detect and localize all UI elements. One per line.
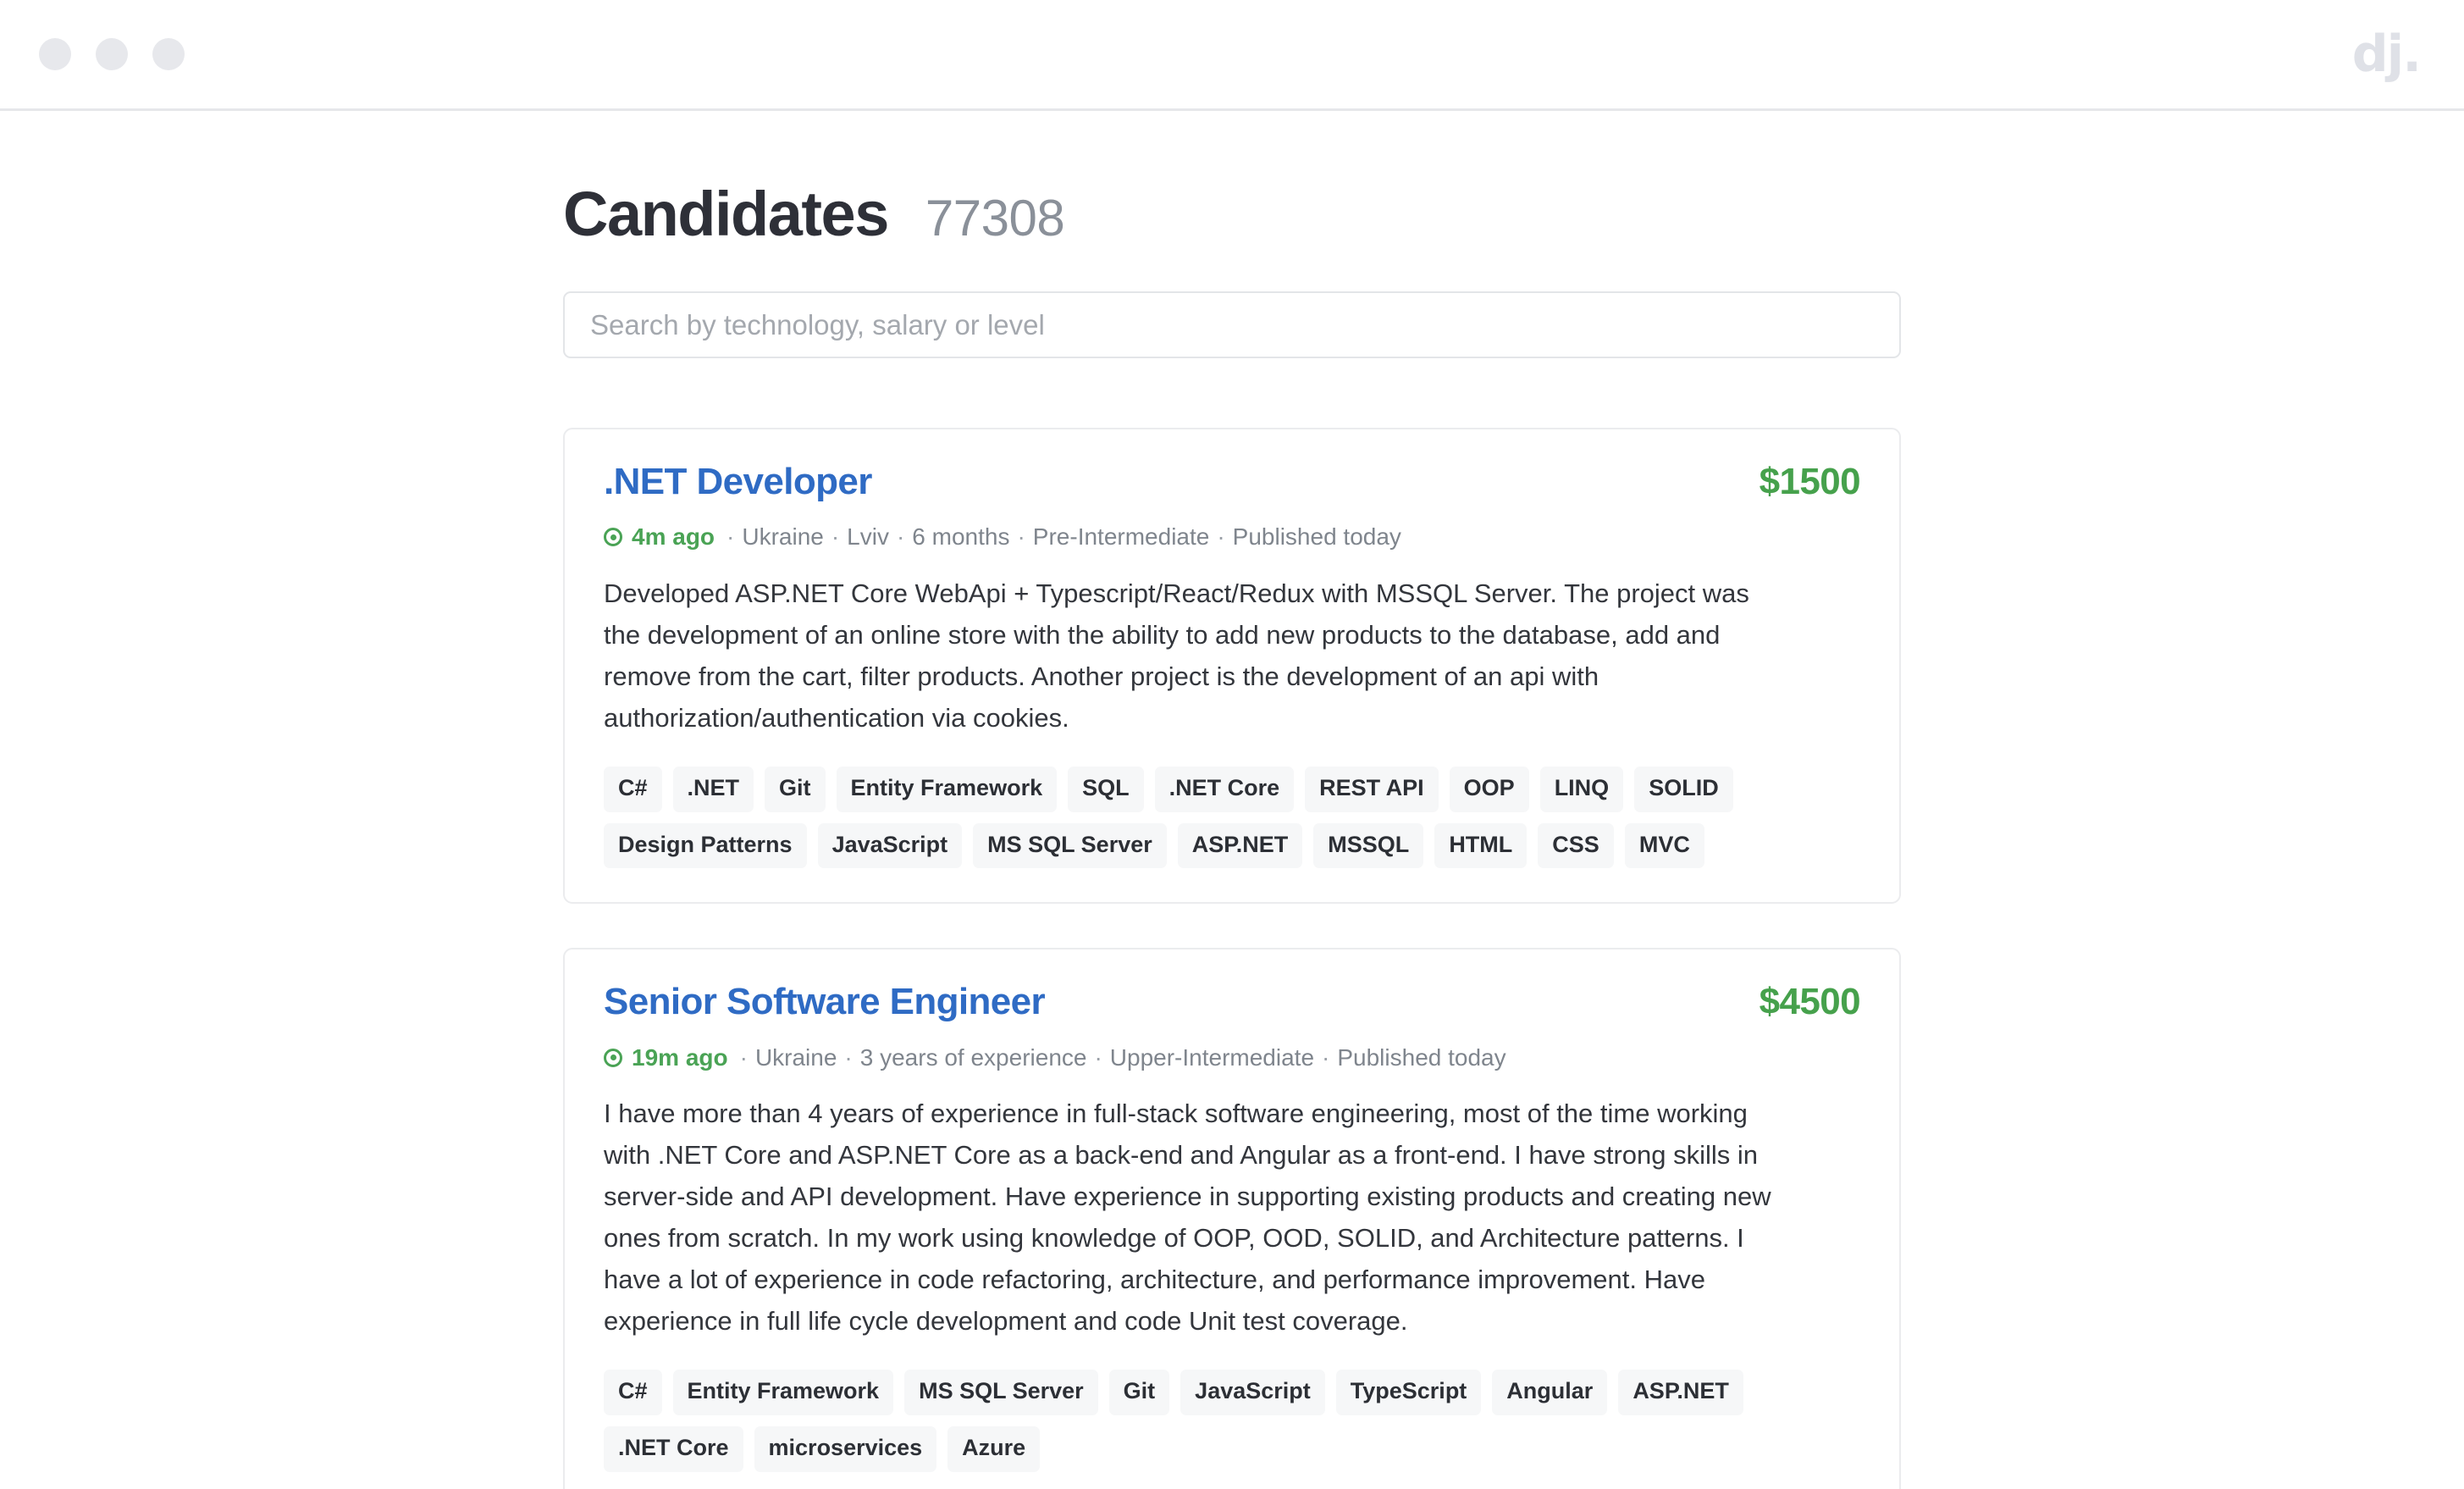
skill-tag[interactable]: MS SQL Server [973,822,1167,869]
meta-item: Upper-Intermediate [1109,1043,1315,1071]
meta-separator: · [896,523,905,551]
skill-tag[interactable]: CSS [1538,822,1614,869]
meta-item: 3 years of experience [859,1043,1087,1071]
clock-icon [604,1048,622,1067]
window-controls [39,38,185,70]
page-body: Candidates 77308 .NET Developer $1500 4m a… [0,111,2464,1489]
candidate-list: .NET Developer $1500 4m ago · Ukraine · Lviv · 6… [563,428,1901,1489]
meta-separator: · [1322,1043,1330,1071]
candidates-count: 77308 [925,190,1065,246]
meta-item: Lviv [847,523,889,551]
candidate-salary: $4500 [1759,981,1861,1023]
window-minimize-dot[interactable] [96,38,128,70]
skill-tag[interactable]: SOLID [1634,766,1733,812]
skill-tag[interactable]: REST API [1305,766,1439,812]
candidate-description: Developed ASP.NET Core WebApi + Typescri… [604,578,1749,733]
skill-tag[interactable]: Entity Framework [836,766,1058,812]
skill-tag[interactable]: Azure [947,1425,1041,1472]
skill-tag[interactable]: MS SQL Server [904,1370,1098,1415]
candidate-meta: 19m ago · Ukraine · 3 years of experience · Up… [604,1043,1860,1072]
skill-tag[interactable]: Entity Framework [672,1370,894,1415]
skill-tag[interactable]: Git [765,766,826,812]
window-maximize-dot[interactable] [152,38,185,70]
meta-item: Published today [1232,523,1401,551]
skill-tag[interactable]: OOP [1449,766,1529,812]
meta-item: Published today [1337,1043,1506,1071]
candidate-card[interactable]: .NET Developer $1500 4m ago · Ukraine · Lviv · 6… [563,428,1901,905]
candidate-description: I have more than 4 years of experience i… [604,1099,1771,1337]
skill-tag[interactable]: SQL [1068,766,1144,812]
meta-separator: · [726,523,735,551]
skill-tag[interactable]: ASP.NET [1177,822,1303,869]
candidate-meta: 4m ago · Ukraine · Lviv · 6 months · Pre-Interme… [604,523,1860,551]
window-close-dot[interactable] [39,38,71,70]
skill-tag[interactable]: C# [604,1370,662,1415]
skill-tag-list: C# Entity Framework MS SQL Server Git JavaSc… [604,1370,1789,1472]
candidate-title-link[interactable]: .NET Developer [604,461,872,502]
skill-tag[interactable]: .NET [672,766,754,812]
last-active-time: 19m ago [632,1043,728,1071]
skill-tag[interactable]: .NET Core [1154,766,1295,812]
clock-icon [604,528,622,547]
skill-tag-list: C# .NET Git Entity Framework SQL .NET Core RES… [604,766,1789,869]
skill-tag[interactable]: ASP.NET [1618,1370,1743,1415]
skill-tag[interactable]: Design Patterns [604,822,807,869]
card-header: .NET Developer $1500 [604,461,1861,502]
last-active-time: 4m ago [632,523,715,551]
meta-separator: · [844,1043,853,1071]
meta-item: Ukraine [754,1043,837,1071]
meta-separator: · [1094,1043,1102,1071]
skill-tag[interactable]: JavaScript [1180,1370,1325,1415]
search-bar [563,291,1901,358]
skill-tag[interactable]: C# [604,766,662,812]
skill-tag[interactable]: HTML [1434,822,1528,869]
page-title: Candidates [563,179,889,249]
skill-tag[interactable]: Git [1108,1370,1170,1415]
meta-separator: · [831,523,840,551]
skill-tag[interactable]: LINQ [1539,766,1624,812]
skill-tag[interactable]: TypeScript [1335,1370,1482,1415]
skill-tag[interactable]: JavaScript [817,822,963,869]
meta-item: 6 months [912,523,1010,551]
meta-separator: · [1017,523,1025,551]
candidate-card[interactable]: Senior Software Engineer $4500 19m ago · Ukr… [563,948,1901,1489]
skill-tag[interactable]: Angular [1492,1370,1608,1415]
skill-tag[interactable]: MSSQL [1313,822,1424,869]
search-input[interactable] [563,291,1901,358]
meta-separator: · [739,1043,748,1071]
meta-item: Ukraine [742,523,824,551]
skill-tag[interactable]: microservices [754,1425,937,1472]
djinni-logo[interactable]: dj. [2352,29,2422,80]
candidate-title-link[interactable]: Senior Software Engineer [604,981,1046,1022]
window-titlebar: dj. [0,0,2464,111]
meta-item: Pre-Intermediate [1032,523,1210,551]
card-header: Senior Software Engineer $4500 [604,981,1861,1023]
skill-tag[interactable]: .NET Core [604,1425,743,1472]
page-heading: Candidates 77308 [563,183,1901,246]
candidate-salary: $1500 [1759,461,1861,502]
meta-separator: · [1217,523,1225,551]
skill-tag[interactable]: MVC [1624,822,1704,869]
content-column: Candidates 77308 .NET Developer $1500 4m a… [563,111,1901,1489]
